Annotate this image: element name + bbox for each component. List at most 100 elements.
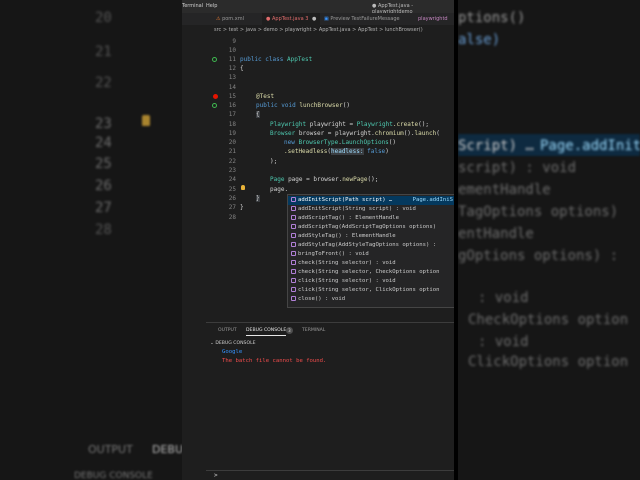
suggestion-item[interactable]: click(String selector) : void (288, 277, 454, 286)
console-input[interactable]: > (206, 470, 454, 480)
code-line: Page page = browser.newPage(); (270, 176, 379, 183)
suggestion-item[interactable]: bringToFront() : void (288, 250, 454, 259)
bg-code-line: Script) … (458, 138, 534, 154)
bg-detail: Page.addInit (540, 138, 640, 154)
method-icon (291, 251, 296, 256)
editor-tabs: ⚠ pom.xml ● AppTest.java 3 ● ▣ Preview T… (182, 13, 454, 25)
bg-line-number: 21 (95, 44, 112, 60)
breadcrumb[interactable]: src > test > java > demo > playwright > … (182, 25, 454, 35)
bg-line-number: 28 (95, 222, 112, 238)
bg-line-number: 27 (95, 200, 112, 216)
console-line: Google (222, 349, 243, 355)
tab-preview[interactable]: ▣ Preview TestFailureMessage (320, 13, 414, 25)
close-icon[interactable]: ● (312, 16, 316, 22)
line-number: 21 (228, 148, 236, 155)
method-icon (291, 278, 296, 283)
menu-bar: Terminal Help ● AppTest.java - playwrigh… (182, 0, 454, 15)
bg-code-line: ptions() (458, 10, 526, 26)
editor-window: Terminal Help ● AppTest.java - playwrigh… (182, 0, 454, 480)
method-icon (291, 242, 296, 247)
line-number: 27 (228, 204, 236, 211)
method-icon (291, 197, 296, 202)
suggestion-item[interactable]: check(String selector) : void (288, 259, 454, 268)
code-line: new BrowserType.LaunchOptions() (284, 139, 397, 146)
console-prompt: > (214, 472, 218, 479)
breakpoint-icon[interactable] (213, 94, 218, 99)
line-number: 9 (232, 38, 236, 45)
menu-help[interactable]: Help (206, 3, 217, 9)
line-number: 12 (228, 65, 236, 72)
code-line: Browser browser = playwright.chromium().… (270, 130, 440, 137)
suggestion-detail: Page.addIniS (410, 196, 454, 205)
method-icon (291, 224, 296, 229)
suggestion-item[interactable]: close() : void (288, 295, 454, 304)
code-line: page. (270, 186, 289, 193)
bg-line-number: 24 (95, 135, 112, 151)
code-line: { (240, 65, 244, 72)
run-test-icon[interactable] (212, 103, 217, 108)
bg-footer: DEBUG CONSOLE (74, 471, 153, 480)
bg-line-number: 25 (95, 156, 112, 172)
line-number: 28 (228, 214, 236, 221)
tab-output[interactable]: OUTPUT (218, 328, 237, 333)
background-right: ptions() alse) Script) … Page.addInit sc… (458, 0, 640, 480)
suggestion-item[interactable]: addScriptTag(AddScriptTagOptions options… (288, 223, 454, 232)
run-test-icon[interactable] (212, 57, 217, 62)
code-line: @Test (256, 93, 275, 100)
suggestion-item[interactable]: addInitScript(Path script) … Page.addIniS (288, 196, 454, 205)
lightbulb-icon[interactable] (241, 185, 245, 190)
line-number: 20 (228, 139, 236, 146)
line-number: 10 (228, 47, 236, 54)
suggestion-item[interactable]: addStyleTag() : ElementHandle (288, 232, 454, 241)
code-line: public void lunchBrowser() (256, 102, 350, 109)
java-file-icon: ● (266, 16, 271, 22)
line-number: 24 (228, 176, 236, 183)
suggestion-item[interactable]: check(String selector, CheckOptions opti… (288, 268, 454, 277)
bg-code-line: gOptions options) : (458, 248, 619, 264)
line-number: 23 (228, 167, 236, 174)
line-number: 19 (228, 130, 236, 137)
bg-code-line: : void (478, 290, 529, 306)
line-number: 15 (228, 93, 236, 100)
line-number: 14 (228, 84, 236, 91)
suggestion-item[interactable]: addInitScript(String script) : void (288, 205, 454, 214)
bg-code-line: ClickOptions option (468, 354, 629, 370)
line-number: 13 (228, 74, 236, 81)
bg-code-line: alse) (458, 32, 501, 48)
line-number: 25 (228, 186, 236, 193)
activity-bar (182, 25, 206, 480)
bg-code-line: script) : void (458, 160, 577, 176)
line-number: 11 (228, 56, 236, 63)
code-line: .setHeadless(headless: false) (284, 148, 389, 155)
suggestion-item[interactable]: click(String selector, ClickOptions opti… (288, 286, 454, 295)
method-icon (291, 260, 296, 265)
code-line: } (256, 195, 260, 202)
bg-line-number: 26 (95, 178, 112, 194)
tab-debug-console[interactable]: DEBUG CONSOLE (246, 328, 287, 336)
preview-icon: ▣ (324, 16, 329, 22)
bg-code-line: entHandle (458, 226, 534, 242)
method-icon (291, 215, 296, 220)
tab-terminal[interactable]: TERMINAL (302, 328, 325, 333)
tab-apptest-java[interactable]: ● AppTest.java 3 ● (262, 13, 320, 25)
method-icon (291, 296, 296, 301)
line-number: 16 (228, 102, 236, 109)
bg-line-number: 23 (95, 116, 112, 132)
menu-terminal[interactable]: Terminal (182, 3, 203, 9)
background-left: 20 21 22 23 24 25 26 27 28 OUTPUT DEBUG … (0, 0, 182, 480)
suggestion-item[interactable]: addStyleTag(AddStyleTagOptions options) … (288, 241, 454, 250)
tab-pom-xml[interactable]: ⚠ pom.xml (212, 13, 262, 25)
bg-code-line: ementHandle (458, 182, 551, 198)
bg-code-line: : void (478, 334, 529, 350)
tab-playwright[interactable]: playwrightd (414, 13, 454, 25)
line-number: 26 (228, 195, 236, 202)
code-line: ); (270, 158, 278, 165)
line-number: 18 (228, 121, 236, 128)
code-line: Playwright playwright = Playwright.creat… (270, 121, 429, 128)
code-line: { (256, 111, 260, 118)
tab-label: AppTest.java 3 (271, 16, 309, 22)
line-number: 22 (228, 158, 236, 165)
method-icon (291, 206, 296, 211)
suggestion-item[interactable]: addScriptTag() : ElementHandle (288, 214, 454, 223)
lightbulb-icon (142, 115, 150, 126)
